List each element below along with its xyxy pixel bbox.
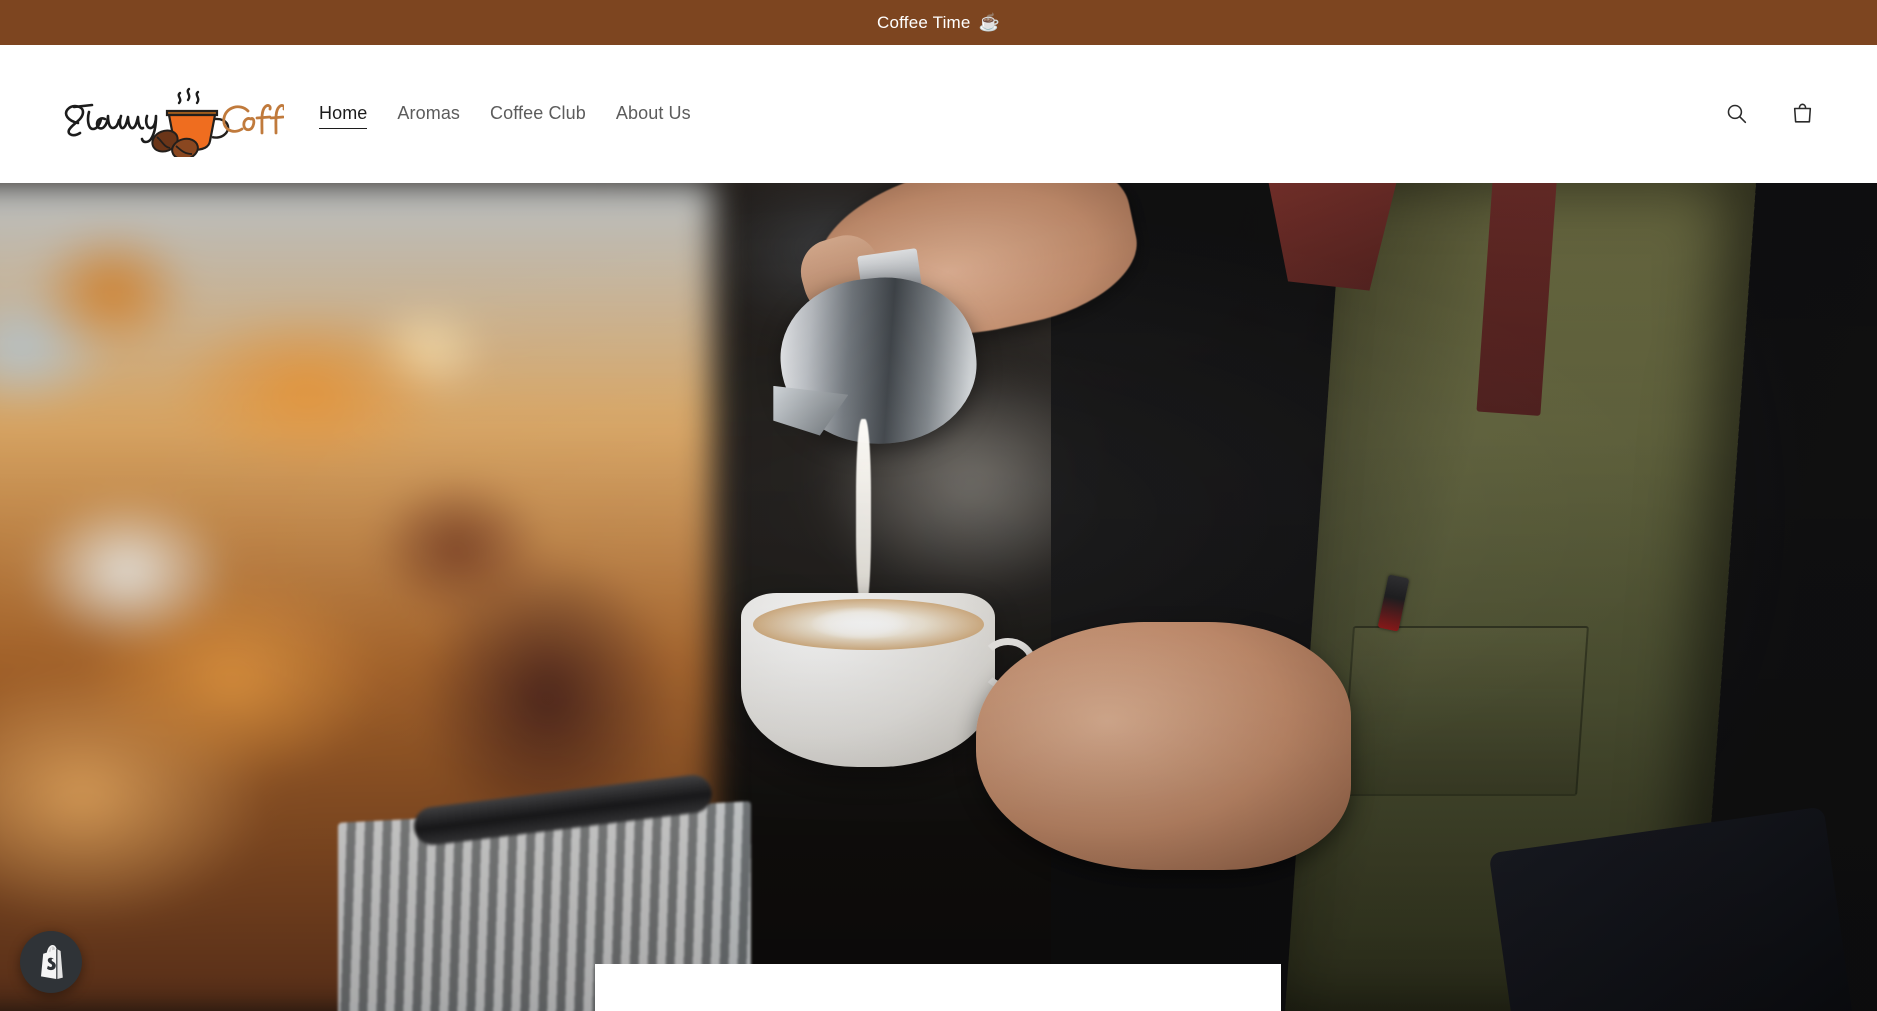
header-actions: [1713, 91, 1825, 137]
search-icon: [1727, 104, 1746, 124]
hero-heading: Try the worlds aromas: [691, 1006, 1186, 1011]
nav-item-aromas[interactable]: Aromas: [382, 97, 475, 130]
hero-banner: Try the worlds aromas Shop now: [0, 183, 1877, 1011]
announcement-label: Coffee Time: [877, 12, 971, 32]
hero-content-card: Try the worlds aromas Shop now: [595, 964, 1281, 1011]
main-navigation: Home Aromas Coffee Club About Us: [304, 97, 706, 130]
shopify-bag-icon: [41, 945, 63, 979]
search-button[interactable]: [1713, 91, 1759, 137]
announcement-text: Coffee Time ☕: [877, 13, 1000, 33]
cart-button[interactable]: [1779, 91, 1825, 137]
site-logo[interactable]: [52, 71, 284, 157]
logo-artwork: [64, 87, 284, 157]
nav-item-about-us[interactable]: About Us: [601, 97, 706, 130]
hero-image-color-grade: [0, 183, 1877, 1011]
shopify-chat-launcher[interactable]: [20, 931, 82, 993]
site-header: Home Aromas Coffee Club About Us: [0, 45, 1877, 183]
coffee-cup-emoji: ☕: [978, 13, 1000, 32]
hero-image: [0, 183, 1877, 1011]
nav-item-coffee-club[interactable]: Coffee Club: [475, 97, 601, 130]
cart-icon: [1793, 103, 1811, 123]
nav-item-home[interactable]: Home: [304, 97, 382, 130]
announcement-bar: Coffee Time ☕: [0, 0, 1877, 45]
